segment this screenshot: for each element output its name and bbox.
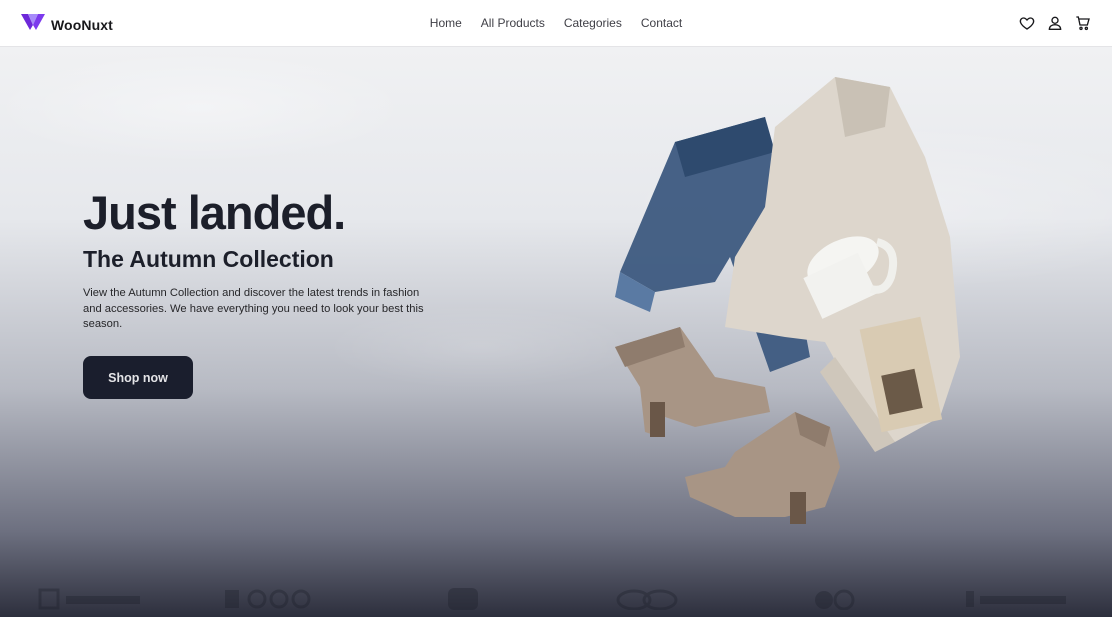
brand-name: WooNuxt — [51, 16, 113, 33]
hero-title: Just landed. — [83, 186, 346, 239]
partner-logo-3 — [408, 588, 518, 610]
partner-logo-4 — [594, 588, 704, 611]
partner-logo-2 — [223, 588, 333, 610]
nav-all-products[interactable]: All Products — [481, 16, 545, 30]
heart-icon[interactable] — [1019, 15, 1035, 31]
hero-description: View the Autumn Collection and discover … — [83, 287, 424, 330]
brand-logo-link[interactable]: WooNuxt — [21, 13, 113, 36]
nav-home[interactable]: Home — [430, 16, 462, 30]
hero-product-image — [615, 77, 960, 524]
shop-now-button[interactable]: Shop now — [83, 356, 193, 399]
partner-logo-strip — [0, 581, 1112, 617]
partner-logo-6 — [964, 588, 1074, 610]
nav-categories[interactable]: Categories — [564, 16, 622, 30]
nav-contact[interactable]: Contact — [641, 16, 682, 30]
cart-icon[interactable] — [1075, 15, 1091, 31]
hero-banner: Just landed. The Autumn Collection View … — [0, 47, 1112, 617]
header-actions — [1019, 15, 1091, 31]
user-icon[interactable] — [1047, 15, 1063, 31]
page: WooNuxt Home All Products Categories Con… — [0, 0, 1112, 617]
hero-subtitle: The Autumn Collection — [83, 246, 334, 272]
partner-logo-1 — [38, 588, 148, 610]
partner-logo-5 — [779, 588, 889, 611]
main-nav: Home All Products Categories Contact — [0, 16, 1112, 30]
site-header: WooNuxt Home All Products Categories Con… — [0, 0, 1112, 47]
woonuxt-logo-icon — [21, 13, 45, 36]
